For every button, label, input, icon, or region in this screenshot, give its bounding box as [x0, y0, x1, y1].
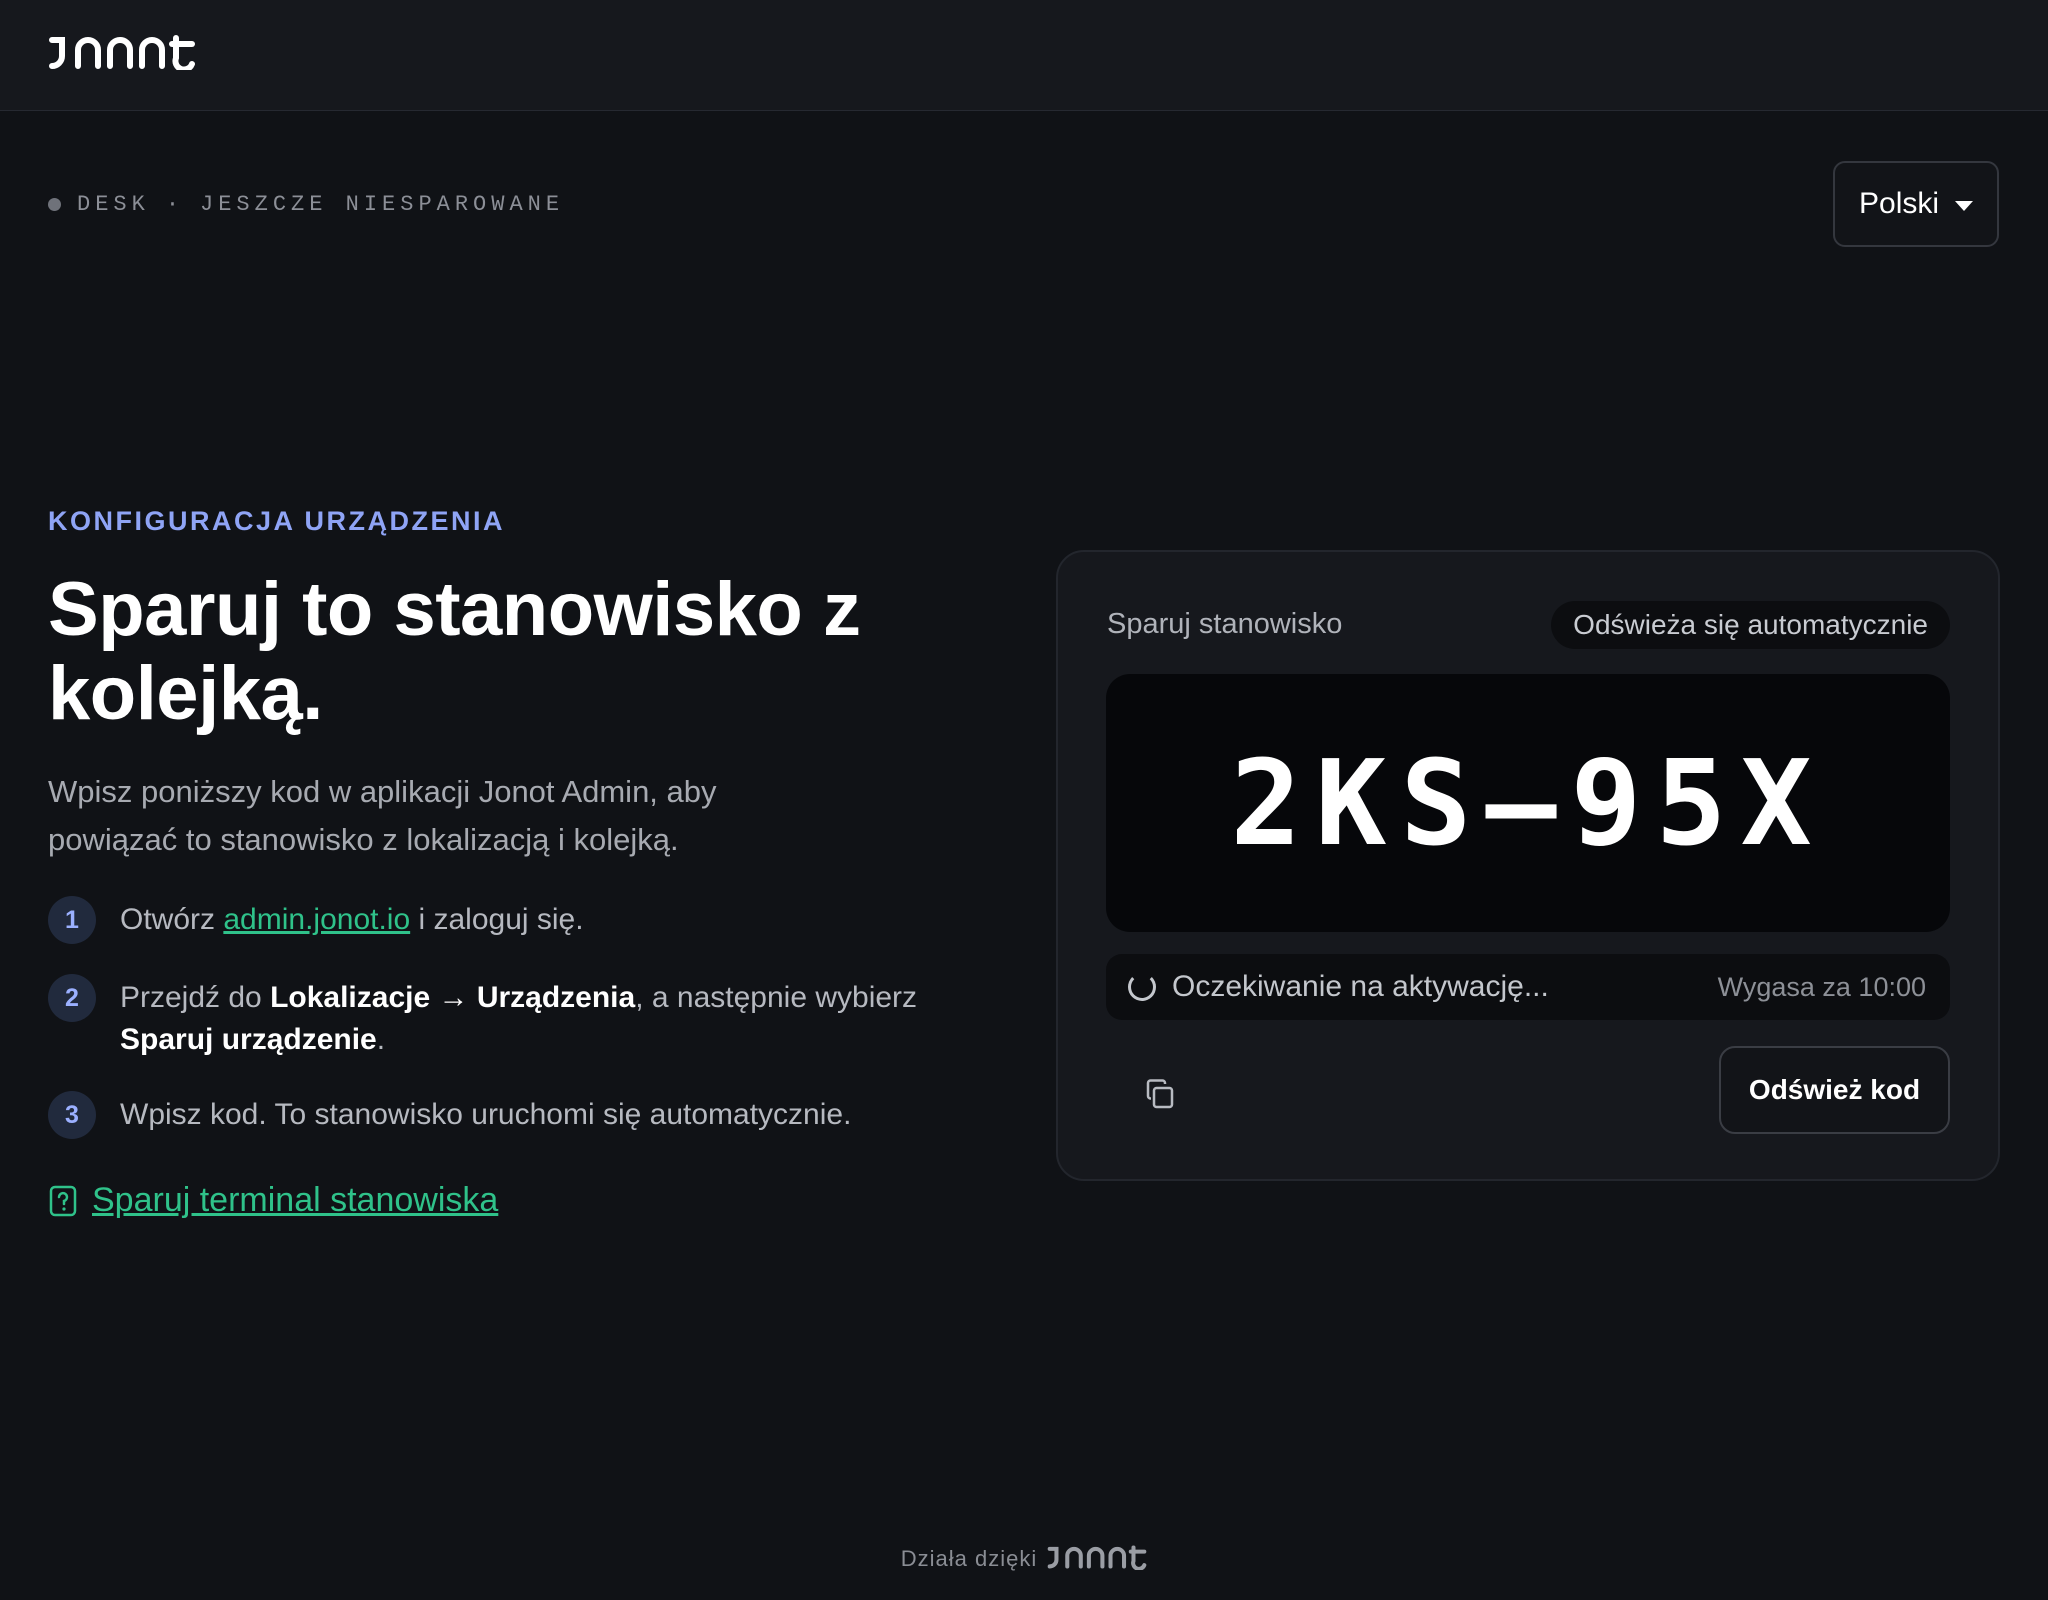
- footer: Działa dzięki: [0, 1540, 2048, 1578]
- top-bar: [0, 0, 2048, 111]
- card-title: Sparuj stanowisko: [1107, 608, 1343, 640]
- auto-refresh-badge: Odświeża się automatycznie: [1551, 601, 1950, 649]
- pairing-code: 2KS–95X: [1230, 734, 1826, 872]
- step-text-part: Otwórz: [120, 903, 224, 936]
- step-text-part: , a następnie wybierz: [635, 981, 918, 1014]
- step-text-part: i zaloguj się.: [410, 903, 584, 936]
- step-item: 3 Wpisz kod. To stanowisko uruchomi się …: [48, 1091, 1008, 1139]
- powered-by-label: Działa dzięki: [900, 1546, 1038, 1571]
- step-text: Otwórz admin.jonot.io i zaloguj się.: [120, 896, 584, 941]
- eyebrow-label: KONFIGURACJA URZĄDZENIA: [48, 506, 505, 536]
- language-selected-value: Polski: [1859, 187, 1940, 220]
- waiting-label: Oczekiwanie na aktywację...: [1172, 970, 1549, 1003]
- refresh-code-button[interactable]: Odśwież kod: [1719, 1046, 1950, 1134]
- step-text-part: .: [376, 1023, 386, 1056]
- pairing-code-box: 2KS–95X: [1106, 674, 1950, 932]
- step-text-part: Przejdź do: [120, 981, 271, 1014]
- help-document-icon: [49, 1185, 77, 1216]
- step-item: 2 Przejdź do Lokalizacje → Urządzenia, a…: [48, 974, 1008, 1061]
- step-number-badge: 3: [48, 1091, 96, 1139]
- jonot-logo-mark: [49, 35, 195, 73]
- copy-icon: [1146, 1079, 1174, 1109]
- pair-state-label: JESZCZE NIESPAROWANE: [200, 192, 565, 217]
- pair-terminal-help-link[interactable]: Sparuj terminal stanowiska: [48, 1181, 498, 1220]
- footer-jonot-logo: [1047, 1540, 1147, 1578]
- footer-logo-mark: [1047, 1545, 1147, 1571]
- pairing-card: Sparuj stanowisko Odświeża się automatyc…: [1056, 550, 2000, 1181]
- copy-code-button[interactable]: [1138, 1072, 1182, 1116]
- intro-description: Wpisz poniższy kod w aplikacji Jonot Adm…: [48, 774, 717, 857]
- device-type-label: DESK: [77, 192, 150, 217]
- caret-down-icon: [1955, 201, 1973, 211]
- help-link-label: Sparuj terminal stanowiska: [92, 1181, 499, 1219]
- step-text: Przejdź do Lokalizacje → Urządzenia, a n…: [120, 974, 1008, 1061]
- device-status: DESK · JESZCZE NIESPAROWANE: [48, 192, 564, 217]
- step-number-badge: 1: [48, 896, 96, 944]
- step-emphasis: Lokalizacje → Urządzenia: [270, 981, 636, 1014]
- spinner-icon: [1128, 973, 1156, 1001]
- language-select[interactable]: Polski: [1833, 161, 1999, 247]
- step-text: Wpisz kod. To stanowisko uruchomi się au…: [120, 1098, 852, 1131]
- jonot-logo[interactable]: [48, 30, 196, 81]
- activation-status-bar: Oczekiwanie na aktywację... Wygasa za 10…: [1106, 954, 1950, 1020]
- page-title: Sparuj to stanowisko z kolejką.: [48, 567, 861, 736]
- waiting-status: Oczekiwanie na aktywację...: [1128, 970, 1549, 1004]
- step-item: 1 Otwórz admin.jonot.io i zaloguj się.: [48, 896, 1008, 944]
- step-emphasis: Sparuj urządzenie: [120, 1023, 377, 1056]
- status-dot-icon: [48, 198, 61, 211]
- expiry-countdown: Wygasa za 10:00: [1717, 971, 1926, 1002]
- step-number-badge: 2: [48, 974, 96, 1022]
- status-separator: ·: [165, 192, 185, 217]
- setup-steps: 1 Otwórz admin.jonot.io i zaloguj się. 2…: [48, 896, 1008, 1169]
- admin-link[interactable]: admin.jonot.io: [223, 903, 410, 936]
